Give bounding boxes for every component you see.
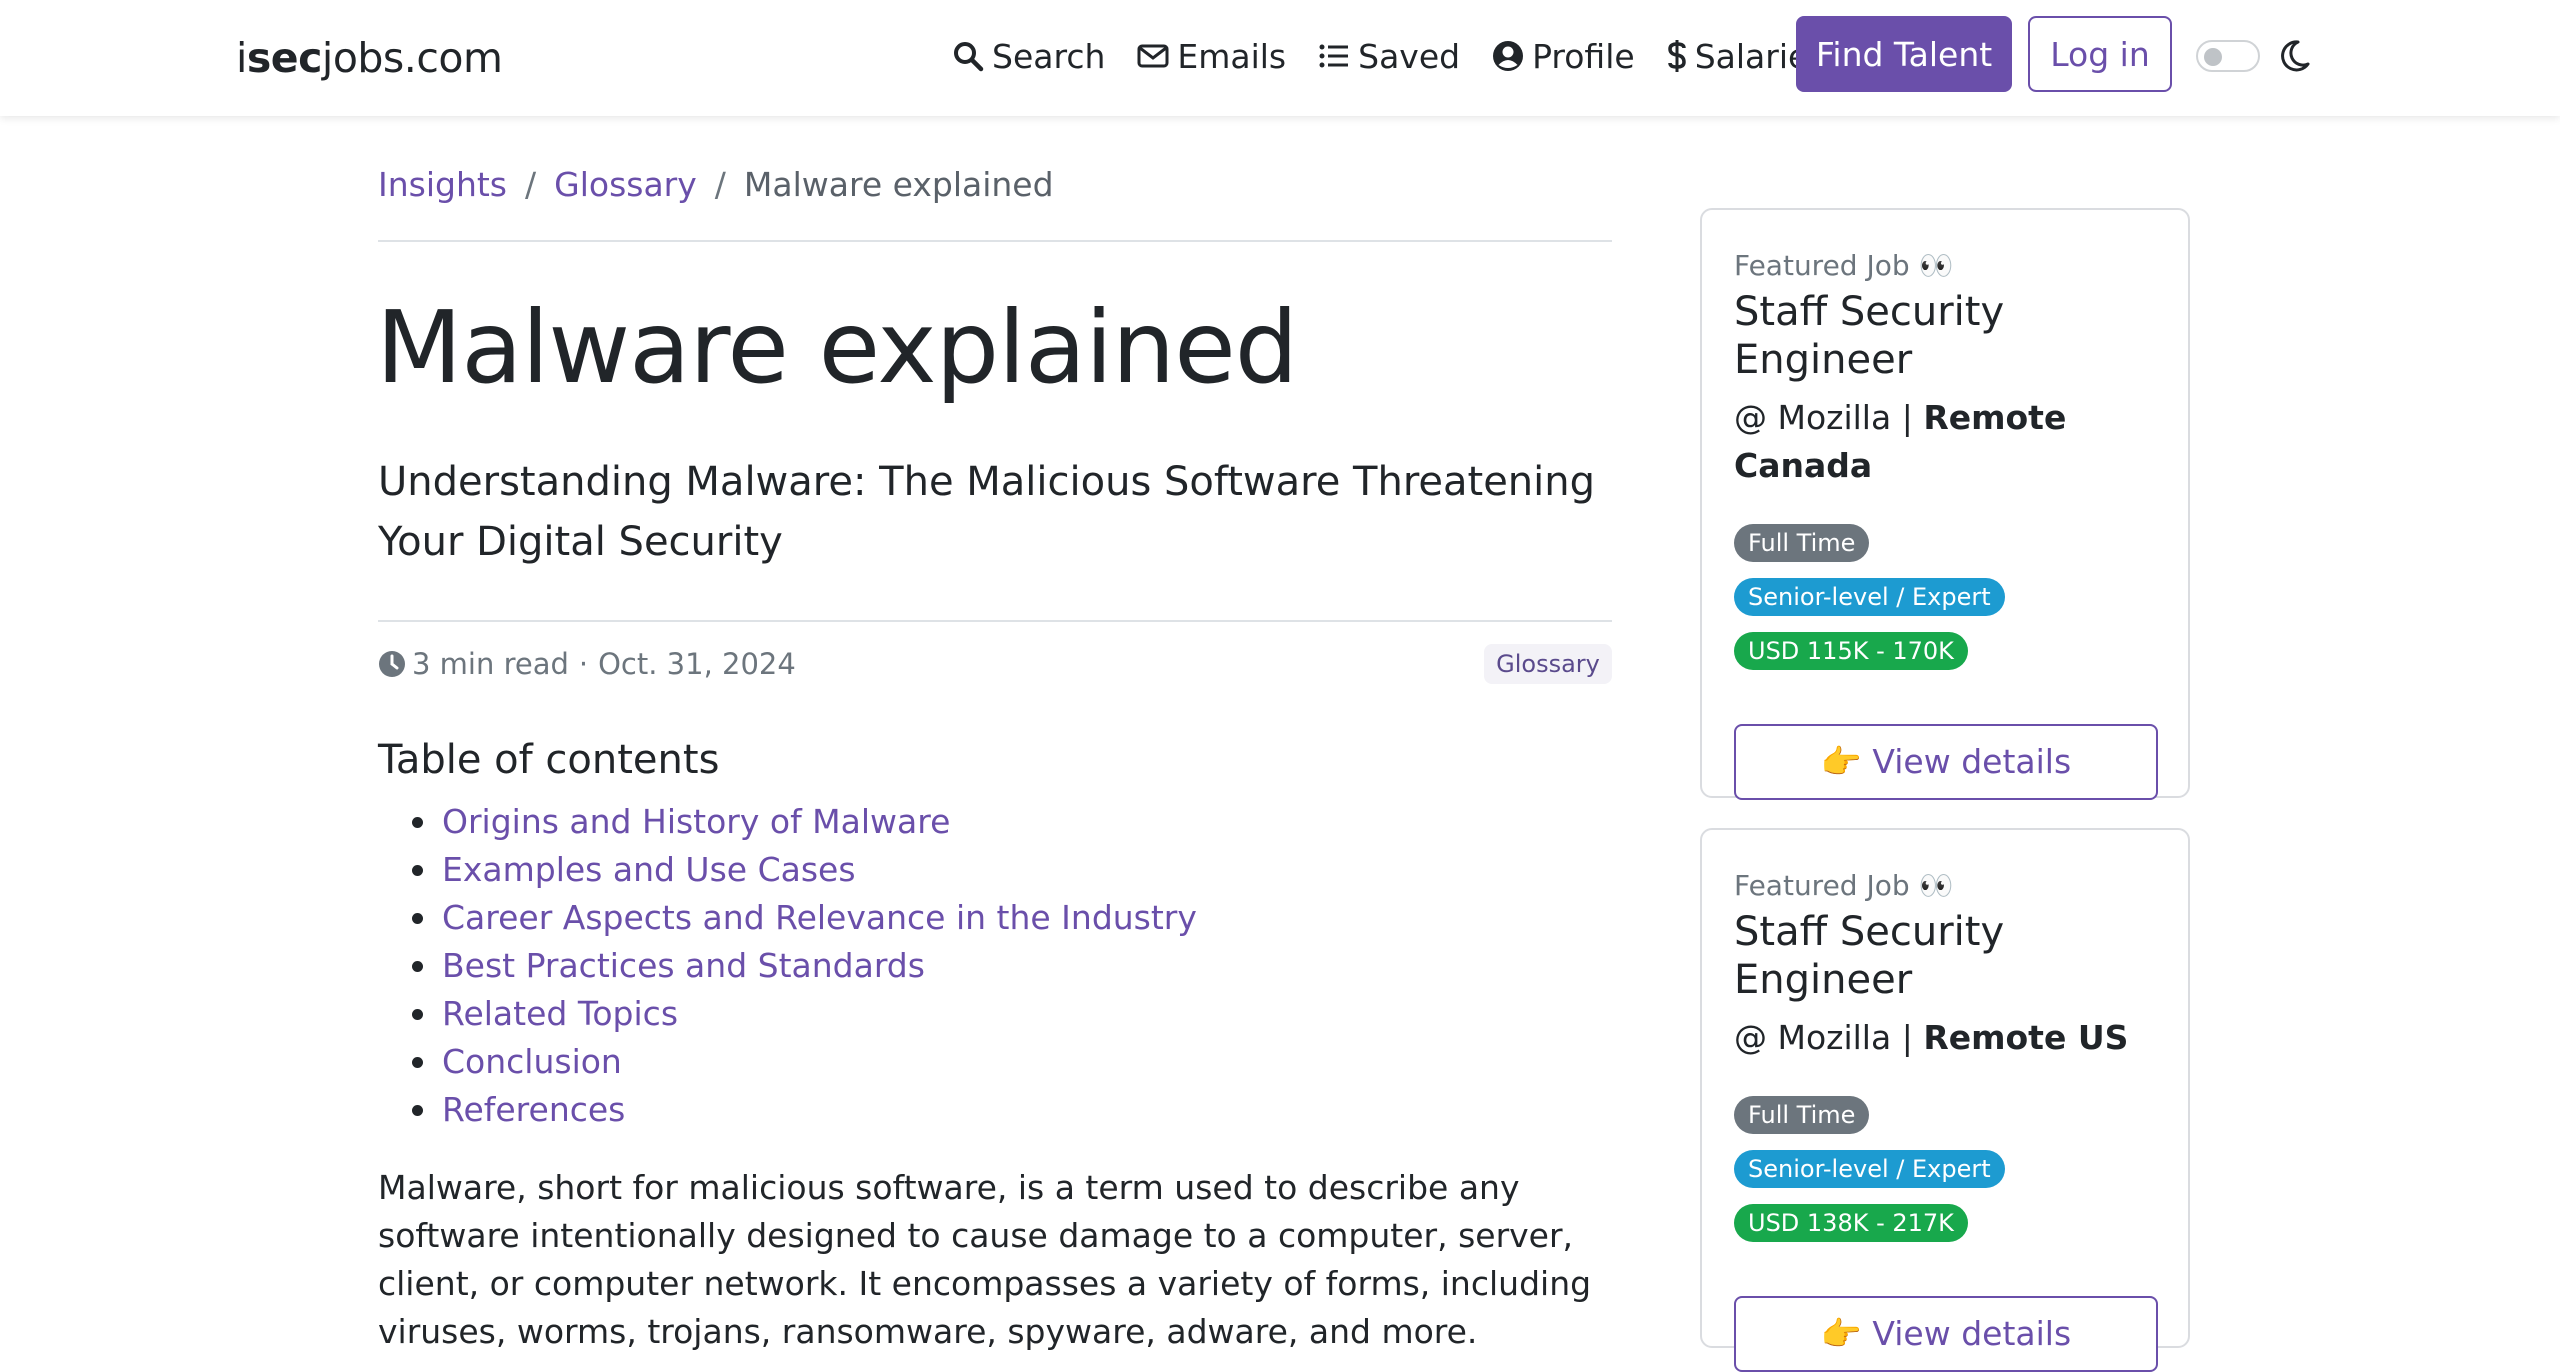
divider [378, 240, 1612, 242]
moon-icon[interactable] [2276, 38, 2312, 74]
breadcrumb-separator: / [525, 164, 537, 204]
clock-icon [379, 651, 405, 677]
view-details-button[interactable]: 👉 View details [1734, 724, 2158, 800]
job-company-location: @ Mozilla | Remote Canada [1734, 394, 2158, 490]
nav-saved[interactable]: Saved [1318, 37, 1460, 76]
find-talent-button[interactable]: Find Talent [1796, 16, 2012, 92]
seniority-badge: Senior-level / Expert [1734, 578, 2005, 616]
breadcrumb-glossary[interactable]: Glossary [554, 165, 697, 204]
job-title[interactable]: Staff Security Engineer [1734, 908, 2158, 1004]
nav-search[interactable]: Search [952, 37, 1105, 76]
nav-emails-label: Emails [1177, 36, 1287, 76]
brand-bold: sec [246, 34, 323, 82]
featured-job-card: Featured Job 👀 Staff Security Engineer @… [1700, 828, 2190, 1372]
featured-job-card: Featured Job 👀 Staff Security Engineer @… [1700, 208, 2190, 800]
nav-emails[interactable]: Emails [1137, 37, 1286, 76]
nav-saved-label: Saved [1358, 36, 1461, 76]
search-icon [954, 42, 984, 72]
toc-link[interactable]: Career Aspects and Relevance in the Indu… [378, 894, 1197, 942]
company-separator: | [1901, 1018, 1913, 1057]
toc-link[interactable]: Related Topics [378, 990, 1197, 1038]
toc-link[interactable]: Examples and Use Cases [378, 846, 1197, 894]
read-time: 3 min read [412, 647, 569, 681]
company-separator: | [1901, 398, 1913, 437]
featured-label: Featured Job 👀 [1734, 249, 1954, 282]
salary-badge: USD 138K - 217K [1734, 1204, 1968, 1242]
dollar-icon [1667, 40, 1686, 72]
featured-label: Featured Job 👀 [1734, 869, 1954, 902]
nav-search-label: Search [992, 36, 1106, 76]
toc-link[interactable]: References [378, 1086, 1197, 1134]
job-title[interactable]: Staff Security Engineer [1734, 288, 2158, 384]
envelope-icon [1137, 44, 1169, 68]
toc-heading: Table of contents [378, 737, 720, 783]
toc-link[interactable]: Conclusion [378, 1038, 1197, 1086]
divider [378, 620, 1612, 622]
page-title: Malware explained [376, 289, 1298, 406]
breadcrumb-separator: / [714, 164, 726, 204]
company-name: @ Mozilla [1734, 1018, 1892, 1057]
view-details-button[interactable]: 👉 View details [1734, 1296, 2158, 1372]
nav-links: Search Emails Saved Profile Salaries [952, 26, 1857, 86]
article-subtitle: Understanding Malware: The Malicious Sof… [378, 459, 1596, 565]
company-name: @ Mozilla [1734, 398, 1892, 437]
breadcrumb-current: Malware explained [743, 164, 1054, 204]
table-of-contents: Origins and History of Malware Examples … [378, 798, 1197, 1134]
user-circle-icon [1493, 41, 1524, 71]
job-type-badge: Full Time [1734, 524, 1870, 562]
article-intro-paragraph: Malware, short for malicious software, i… [378, 1168, 1592, 1351]
salary-badge: USD 115K - 170K [1734, 632, 1968, 670]
breadcrumb-insights[interactable]: Insights [378, 165, 507, 204]
job-location: Remote US [1923, 1018, 2129, 1057]
job-company-location: @ Mozilla | Remote US [1734, 1014, 2158, 1062]
nav-profile[interactable]: Profile [1492, 37, 1635, 76]
article-meta: 3 min read · Oct. 31, 2024 [378, 644, 796, 684]
toggle-knob [2204, 48, 2222, 66]
category-tag[interactable]: Glossary [1484, 644, 1612, 684]
brand-suffix: jobs.com [321, 34, 503, 82]
job-badges: Full Time Senior-level / Expert USD 138K… [1734, 1096, 2158, 1258]
job-type-badge: Full Time [1734, 1096, 1870, 1134]
top-navbar: isecjobs.com Search Emails Saved Profile… [0, 0, 2560, 116]
meta-separator: · [578, 647, 589, 681]
theme-toggle-switch[interactable] [2196, 40, 2260, 72]
nav-profile-label: Profile [1532, 36, 1635, 76]
job-badges: Full Time Senior-level / Expert USD 115K… [1734, 524, 2158, 686]
list-icon [1319, 44, 1349, 68]
site-logo[interactable]: isecjobs.com [236, 30, 503, 86]
toc-link[interactable]: Origins and History of Malware [378, 798, 1197, 846]
login-button[interactable]: Log in [2028, 16, 2172, 92]
brand-prefix: i [236, 34, 247, 82]
publish-date: Oct. 31, 2024 [598, 647, 796, 681]
seniority-badge: Senior-level / Expert [1734, 1150, 2005, 1188]
breadcrumb: Insights / Glossary / Malware explained [378, 156, 1054, 212]
toc-link[interactable]: Best Practices and Standards [378, 942, 1197, 990]
